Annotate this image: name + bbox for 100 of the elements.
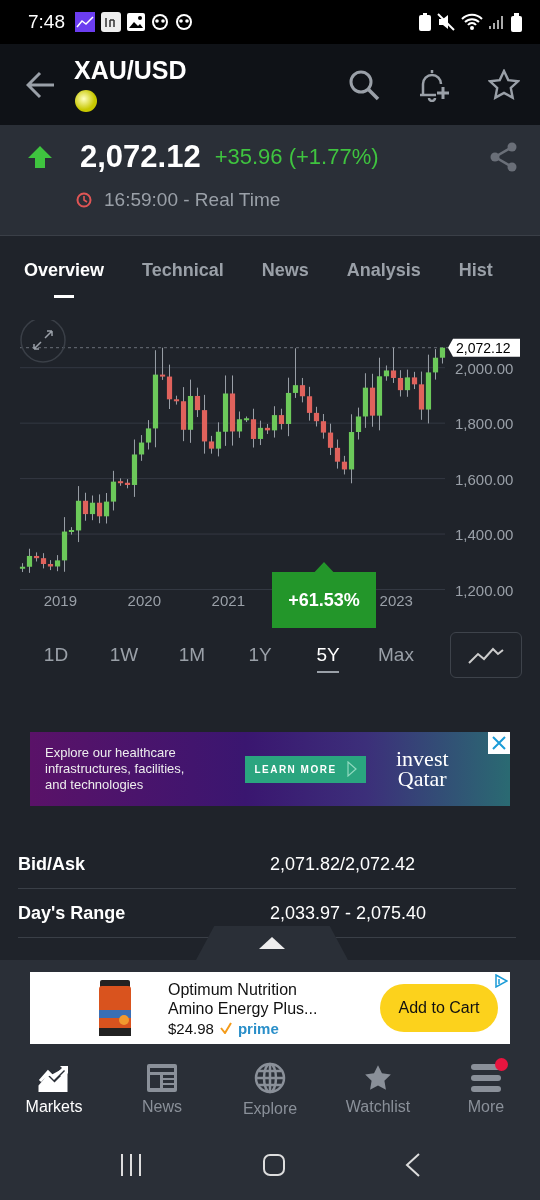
candlestick — [96, 493, 103, 524]
recent-apps-icon[interactable] — [119, 1153, 144, 1177]
candlestick — [397, 369, 404, 398]
chart-icon — [38, 1064, 70, 1092]
banner-ad[interactable]: Explore our healthcare infrastructures, facilities, and technologies LEARN MORE invest Qatar — [30, 732, 510, 806]
nav-item[interactable]: More — [432, 1050, 540, 1130]
expand-icon[interactable] — [20, 320, 66, 363]
star-outline-icon[interactable] — [488, 68, 520, 101]
play-icon — [346, 761, 357, 777]
share-icon[interactable] — [490, 142, 518, 172]
quote-time: 16:59:00 - Real Time — [104, 189, 281, 211]
candlestick — [292, 347, 299, 399]
candlestick — [103, 492, 110, 525]
period-button[interactable]: 1M — [158, 635, 226, 675]
product-price: $24.98 — [168, 1019, 214, 1037]
signal-icon — [489, 14, 505, 30]
candlestick — [257, 420, 264, 446]
home-icon[interactable] — [262, 1153, 286, 1177]
search-icon[interactable] — [348, 68, 380, 101]
instrument-title: XAU/USD — [74, 56, 188, 85]
period-button[interactable]: 1D — [22, 635, 90, 675]
candlestick — [145, 419, 152, 450]
candlestick — [82, 492, 89, 522]
candlestick — [320, 413, 327, 440]
nav-item[interactable]: Markets — [0, 1050, 108, 1130]
clock-icon — [76, 192, 92, 208]
candlestick — [432, 348, 439, 381]
axis-label: 2020 — [127, 591, 161, 609]
nav-item[interactable]: News — [108, 1050, 216, 1130]
bell-plus-icon[interactable] — [418, 67, 450, 102]
period-button[interactable]: 1W — [90, 635, 158, 675]
candlestick — [159, 347, 166, 381]
period-button[interactable]: 5Y — [294, 635, 362, 675]
logo-text: Qatar — [397, 769, 447, 789]
detail-value: 2,071.82/2,072.42 — [270, 853, 416, 875]
axis-label: 2023 — [379, 591, 413, 609]
group-icon — [175, 13, 193, 31]
candlestick — [390, 347, 397, 384]
logo-text: invest — [396, 749, 449, 769]
ad-text: Explore our healthcare infrastructures, facilities, and technologies — [45, 745, 186, 793]
candlestick — [166, 364, 173, 410]
candlestick — [404, 369, 411, 398]
tab[interactable]: Overview — [24, 236, 105, 305]
battery-icon — [511, 12, 522, 32]
chart-type-button[interactable] — [450, 632, 522, 678]
price-label: 2,072.12 — [448, 338, 520, 357]
detail-label: Bid/Ask — [18, 853, 87, 875]
candlestick — [334, 439, 341, 470]
globe-icon — [254, 1062, 286, 1094]
close-button[interactable] — [488, 732, 510, 754]
candlestick — [271, 405, 278, 439]
tab[interactable]: Hist — [458, 236, 493, 305]
axis-label: 1,200.00 — [455, 581, 514, 599]
candlestick — [299, 377, 306, 403]
nav-item[interactable]: Explore — [216, 1050, 324, 1130]
line-chart-icon — [468, 645, 504, 665]
candlestick — [26, 548, 33, 574]
candlestick — [215, 421, 222, 457]
back-icon[interactable] — [26, 70, 56, 99]
menu-icon — [471, 1064, 501, 1092]
battery-saver-icon — [419, 13, 431, 31]
detail-value: 2,033.97 - 2,075.40 — [270, 902, 427, 924]
app-icon — [101, 12, 121, 32]
period-button[interactable]: Max — [362, 635, 430, 675]
learn-more-button[interactable]: LEARN MORE — [245, 755, 366, 783]
price-change: +35.96 (+1.77%) — [214, 144, 379, 170]
tab[interactable]: News — [261, 236, 309, 305]
wifi-icon — [461, 13, 483, 31]
status-time: 7:48 — [28, 11, 65, 33]
image-icon — [127, 13, 145, 31]
tab[interactable]: Technical — [142, 236, 224, 305]
candlestick — [250, 408, 257, 449]
coin-icon — [74, 89, 98, 113]
candlestick — [110, 470, 117, 511]
candlestick — [355, 407, 362, 440]
app-icon — [75, 12, 95, 32]
candlestick — [278, 408, 285, 431]
period-button[interactable]: 1Y — [226, 635, 294, 675]
axis-label: 1,400.00 — [455, 526, 514, 544]
detail-label: Day's Range — [18, 902, 127, 924]
check-icon — [219, 1022, 232, 1034]
nav-item[interactable]: Watchlist — [324, 1050, 432, 1130]
tab[interactable]: Analysis — [346, 236, 421, 305]
candlestick — [236, 411, 243, 439]
axis-label: 2021 — [211, 591, 245, 609]
prime-label: prime — [237, 1019, 279, 1037]
change-badge: +61.53% — [272, 562, 376, 628]
add-to-cart-button[interactable]: Add to Cart — [380, 984, 498, 1032]
ad-choices-icon[interactable] — [494, 974, 508, 988]
product-ad[interactable]: Optimum Nutrition Amino Energy Plus... $24.98 prime Add to Cart — [30, 972, 510, 1044]
axis-label: 1,800.00 — [455, 415, 514, 433]
price: 2,072.12 — [80, 139, 201, 175]
newspaper-icon — [147, 1064, 177, 1092]
product-title: Optimum Nutrition Amino Energy Plus... — [168, 979, 319, 1018]
candlestick — [327, 423, 334, 456]
group-icon — [151, 13, 169, 31]
mute-icon — [437, 13, 455, 31]
axis-label: 2019 — [43, 591, 77, 609]
candlestick — [194, 387, 201, 418]
star-icon — [364, 1064, 392, 1092]
